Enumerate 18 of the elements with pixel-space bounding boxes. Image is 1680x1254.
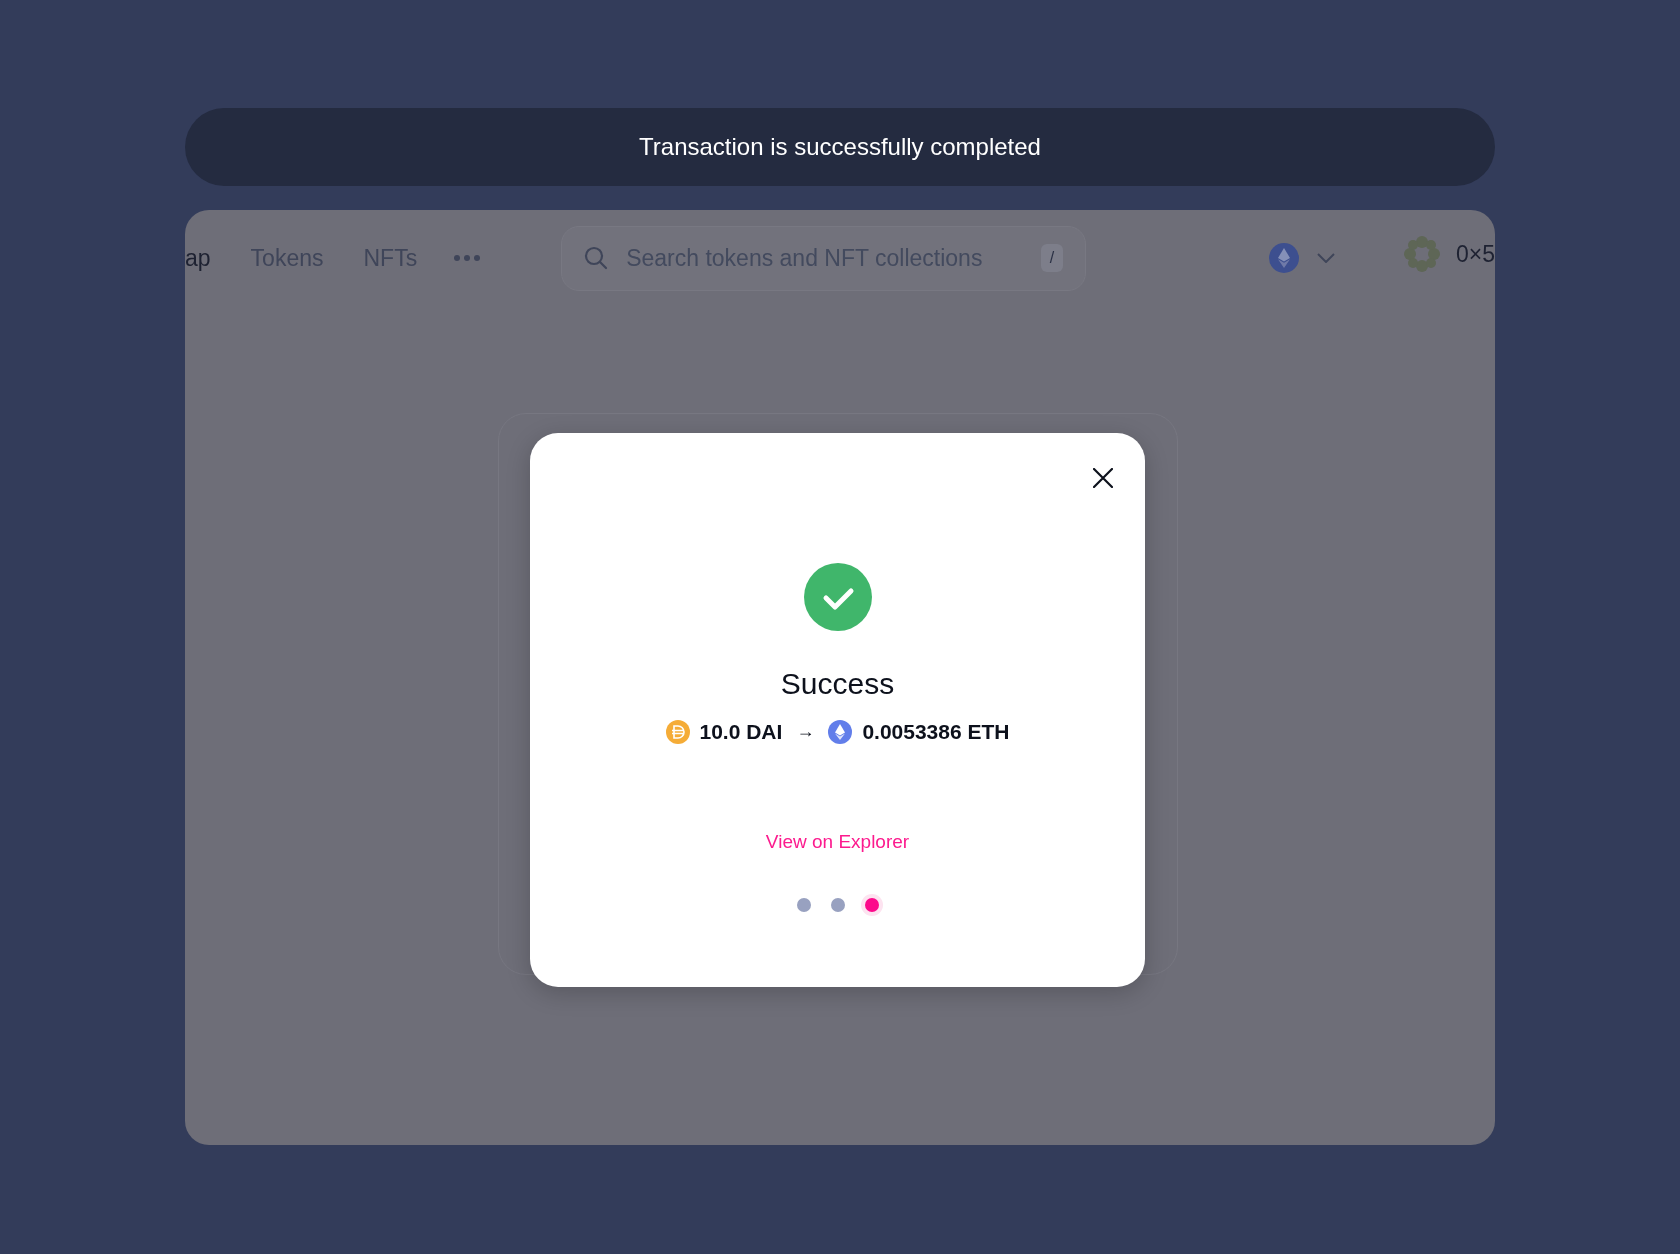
dialog-title: Success: [780, 666, 895, 702]
ethereum-icon[interactable]: [1269, 243, 1299, 273]
close-icon: [1093, 467, 1113, 488]
ethereum-coin-icon: [828, 719, 853, 744]
nav-tab[interactable]: ap: [185, 240, 211, 276]
search-icon: [584, 246, 609, 270]
more-icon[interactable]: [453, 254, 482, 262]
toast-message: Transaction is successfully completed: [639, 132, 1041, 162]
from-amount: 10.0 DAI: [699, 719, 783, 745]
wallet-address[interactable]: 0×5: [1456, 236, 1495, 272]
shortcut-key: /: [1040, 244, 1064, 272]
checkmark-icon: [803, 563, 872, 631]
explorer-link[interactable]: View on Explorer: [765, 827, 910, 856]
to-amount: 0.0053386 ETH: [862, 719, 1010, 745]
dai-coin-icon: [665, 719, 690, 744]
chevron-down-icon[interactable]: [1317, 253, 1335, 263]
arrow-icon: →: [796, 718, 815, 746]
avatar-icon[interactable]: [1404, 236, 1440, 272]
